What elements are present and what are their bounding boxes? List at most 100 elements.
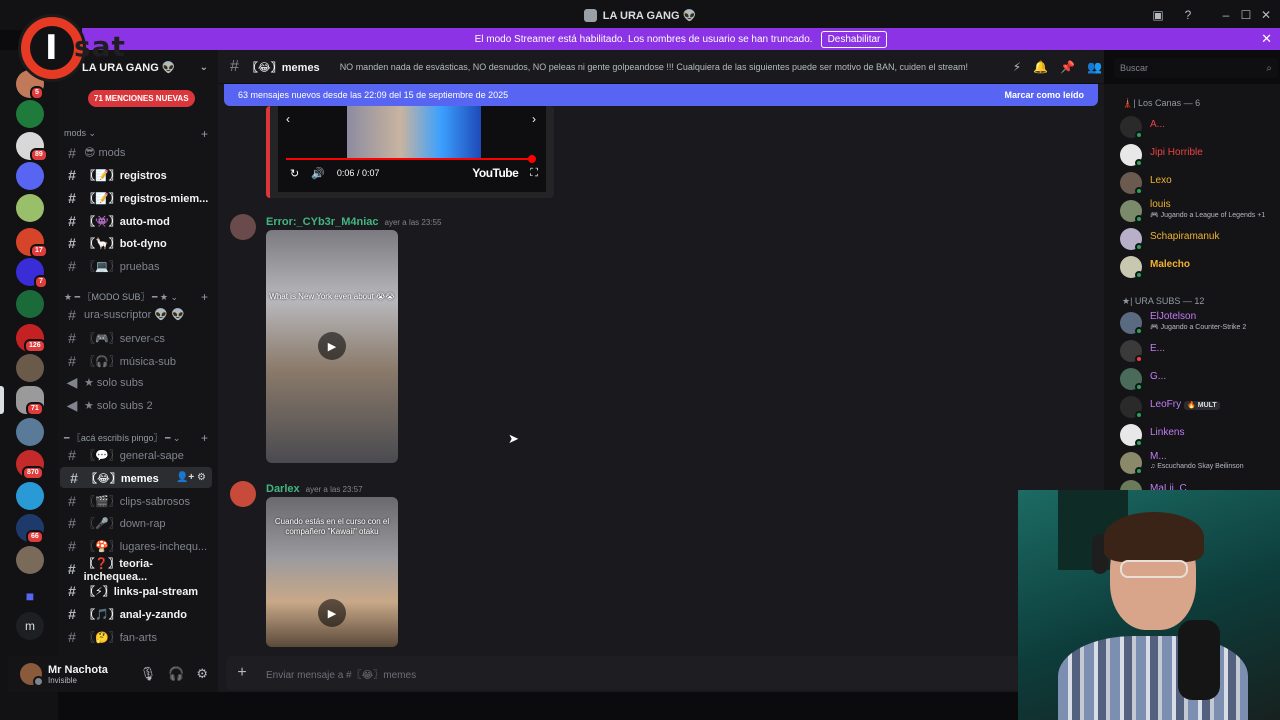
avatar[interactable] bbox=[20, 663, 44, 687]
server-icon[interactable] bbox=[16, 546, 44, 574]
member-item[interactable]: ElJotelson 🎮 Jugando a Counter-Strike 2 bbox=[1120, 310, 1280, 336]
video-attachment[interactable]: What is New York even about 😭😭 ▶ bbox=[266, 230, 398, 463]
video-progress[interactable] bbox=[286, 158, 530, 160]
disable-streamer-button[interactable]: Deshabilitar bbox=[820, 30, 888, 48]
channel-general-sape[interactable]: # 〖💬〗general-sape bbox=[58, 444, 214, 465]
minimize-icon[interactable]: – bbox=[1218, 7, 1234, 23]
volume-icon[interactable]: 🔊 bbox=[311, 167, 325, 180]
add-channel-icon[interactable]: + bbox=[201, 290, 208, 304]
video-player[interactable]: ‹ › ↻ 🔊 0:06 / 0:07 YouTube ⛶ bbox=[278, 106, 546, 192]
video-attachment[interactable]: Cuando estás en el curso con el compañer… bbox=[266, 497, 398, 647]
category-mods[interactable]: mods ⌄ + bbox=[64, 127, 212, 141]
server-icon[interactable] bbox=[16, 194, 44, 222]
search-icon: ⌕ bbox=[1266, 62, 1272, 74]
server-icon[interactable] bbox=[16, 162, 44, 190]
hash-icon: # bbox=[68, 514, 76, 531]
category-aca-escribis-pingo[interactable]: ━ 〖acá escribís pingo〗 ━ ⌄ + bbox=[64, 431, 212, 445]
member-list-icon[interactable]: 👥 bbox=[1087, 60, 1102, 74]
progress-handle[interactable] bbox=[528, 155, 536, 163]
channel-auto-mod[interactable]: # 〖👾〗auto-mod bbox=[58, 210, 214, 231]
channel-bot-dyno[interactable]: # 〖🦙〗bot-dyno bbox=[58, 232, 214, 253]
server-icon[interactable] bbox=[16, 100, 44, 128]
channel-musica-sub[interactable]: # 〖🎧〗música-sub bbox=[58, 350, 214, 371]
member-item[interactable]: G... bbox=[1120, 366, 1280, 392]
add-channel-icon[interactable]: + bbox=[201, 127, 208, 141]
channel-anal-y-zando[interactable]: # 〖🎵〗anal-y-zando bbox=[58, 603, 214, 624]
next-icon[interactable]: › bbox=[532, 112, 536, 126]
window-close-icon[interactable]: ✕ bbox=[1258, 7, 1274, 23]
member-item[interactable]: E... bbox=[1120, 338, 1280, 364]
voice-channel-solo-subs[interactable]: ◀ ★ solo subs bbox=[58, 372, 214, 393]
message-input[interactable]: Enviar mensaje a #〖😂〗memes bbox=[266, 666, 416, 681]
hash-icon: # bbox=[68, 212, 76, 229]
channel-settings-icon[interactable]: 👤+ ⚙ bbox=[176, 472, 206, 483]
microphone-icon[interactable]: 🎙 bbox=[140, 666, 157, 682]
channel-memes[interactable]: # 〖😂〗memes 👤+ ⚙ bbox=[60, 467, 212, 488]
play-icon[interactable]: ▶ bbox=[318, 599, 346, 627]
headphones-icon[interactable]: 🎧 bbox=[168, 666, 184, 682]
channel-topic[interactable]: NO manden nada de esvásticas, NO desnudo… bbox=[340, 62, 968, 72]
bell-icon[interactable]: 🔔 bbox=[1033, 60, 1048, 74]
channel-down-rap[interactable]: # 〖🎤〗down-rap bbox=[58, 512, 214, 533]
server-icon[interactable] bbox=[16, 290, 44, 318]
member-item[interactable]: M... ♫ Escuchando Skay Beilinson bbox=[1120, 450, 1280, 476]
member-item[interactable]: Malecho bbox=[1120, 254, 1280, 280]
message-composer[interactable]: + Enviar mensaje a #〖😂〗memes 🎁 ▤ bbox=[226, 656, 1096, 690]
channel-clips-sabrosos[interactable]: # 〖🎬〗clips-sabrosos bbox=[58, 490, 214, 511]
help-icon[interactable]: ? bbox=[1180, 7, 1196, 23]
member-item[interactable]: LeoFry 🔥 MULT bbox=[1120, 394, 1280, 420]
member-item[interactable]: Lexo bbox=[1120, 170, 1280, 196]
folder-icon[interactable]: ■ bbox=[16, 582, 44, 610]
youtube-logo[interactable]: YouTube bbox=[472, 166, 519, 180]
server-icon[interactable]: m bbox=[16, 612, 44, 640]
channel-links-pal-stream[interactable]: # 〖⚡〗links-pal-stream bbox=[58, 580, 214, 601]
mentions-badge[interactable]: 71 MENCIONES NUEVAS bbox=[88, 90, 195, 107]
category-modo-sub[interactable]: ★ ━ 〖MODO SUB〗 ━ ★ ⌄ + bbox=[64, 290, 212, 304]
mark-as-read-button[interactable]: Marcar como leído bbox=[1004, 90, 1084, 100]
avatar[interactable] bbox=[230, 214, 256, 240]
message-author[interactable]: Error:_CYb3r_M4niac ayer a las 23:55 bbox=[266, 216, 441, 228]
new-messages-bar[interactable]: 63 mensajes nuevos desde las 22:09 del 1… bbox=[224, 84, 1098, 106]
server-badge: 66 bbox=[26, 530, 44, 544]
channel-fan-arts[interactable]: # 〖🤔〗fan-arts bbox=[58, 626, 214, 647]
hash-icon: # bbox=[68, 257, 76, 274]
member-item[interactable]: louis 🎮 Jugando a League of Legends +1 bbox=[1120, 198, 1280, 224]
voice-channel-solo-subs-2[interactable]: ◀ ★ solo subs 2 bbox=[58, 395, 214, 416]
channel-server-cs[interactable]: # 〖🎮〗server-cs bbox=[58, 327, 214, 348]
window-title: LA URA GANG 👽 bbox=[583, 8, 696, 22]
member-item[interactable]: Linkens bbox=[1120, 422, 1280, 448]
server-icon[interactable] bbox=[16, 482, 44, 510]
avatar[interactable] bbox=[230, 481, 256, 507]
member-item[interactable]: Schapiramanuk bbox=[1120, 226, 1280, 252]
channel-registros[interactable]: # 〖📝〗registros bbox=[58, 164, 214, 185]
channel-lugares-inchequeables[interactable]: # 〖🍄〗lugares-inchequ... bbox=[58, 535, 214, 556]
add-attachment-icon[interactable]: + bbox=[234, 664, 250, 681]
play-icon[interactable]: ▶ bbox=[318, 332, 346, 360]
inbox-icon[interactable]: ▣ bbox=[1150, 7, 1166, 23]
search-input[interactable]: Buscar ⌕ bbox=[1114, 58, 1278, 78]
server-icon[interactable] bbox=[16, 418, 44, 446]
add-channel-icon[interactable]: + bbox=[201, 431, 208, 445]
member-item[interactable]: A... bbox=[1120, 114, 1280, 140]
channel-pruebas[interactable]: # 〖💻〗pruebas bbox=[58, 255, 214, 276]
channel-teoria-inchequeables[interactable]: # 〖❓〗teoria-inchequea... bbox=[58, 558, 214, 583]
server-icon[interactable] bbox=[16, 354, 44, 382]
threads-icon[interactable]: ⚡ bbox=[1013, 60, 1021, 74]
gear-icon[interactable]: ⚙ bbox=[196, 666, 208, 682]
channel-ura-suscriptor[interactable]: # ura-suscriptor 👽 👽 bbox=[58, 304, 214, 325]
username[interactable]: Mr Nachota bbox=[48, 664, 108, 676]
pin-icon[interactable]: 📌 bbox=[1060, 60, 1075, 74]
chevron-down-icon[interactable]: ⌄ bbox=[200, 62, 208, 73]
hash-icon: # bbox=[68, 492, 76, 509]
fullscreen-icon[interactable]: ⛶ bbox=[530, 167, 538, 180]
hash-icon: # bbox=[68, 352, 76, 369]
previous-icon[interactable]: ‹ bbox=[286, 112, 290, 126]
member-item[interactable]: Jipi Horrible bbox=[1120, 142, 1280, 168]
message-author[interactable]: Darlex ayer a las 23:57 bbox=[266, 483, 363, 495]
channel-mods[interactable]: # 😎 mods bbox=[58, 142, 214, 163]
banner-close-icon[interactable]: ✕ bbox=[1261, 31, 1272, 47]
channel-registros-miembros[interactable]: # 〖📝〗registros-miem... bbox=[58, 187, 214, 208]
maximize-icon[interactable]: ☐ bbox=[1238, 7, 1254, 23]
replay-icon[interactable]: ↻ bbox=[290, 167, 299, 180]
video-thumbnail bbox=[347, 106, 481, 158]
